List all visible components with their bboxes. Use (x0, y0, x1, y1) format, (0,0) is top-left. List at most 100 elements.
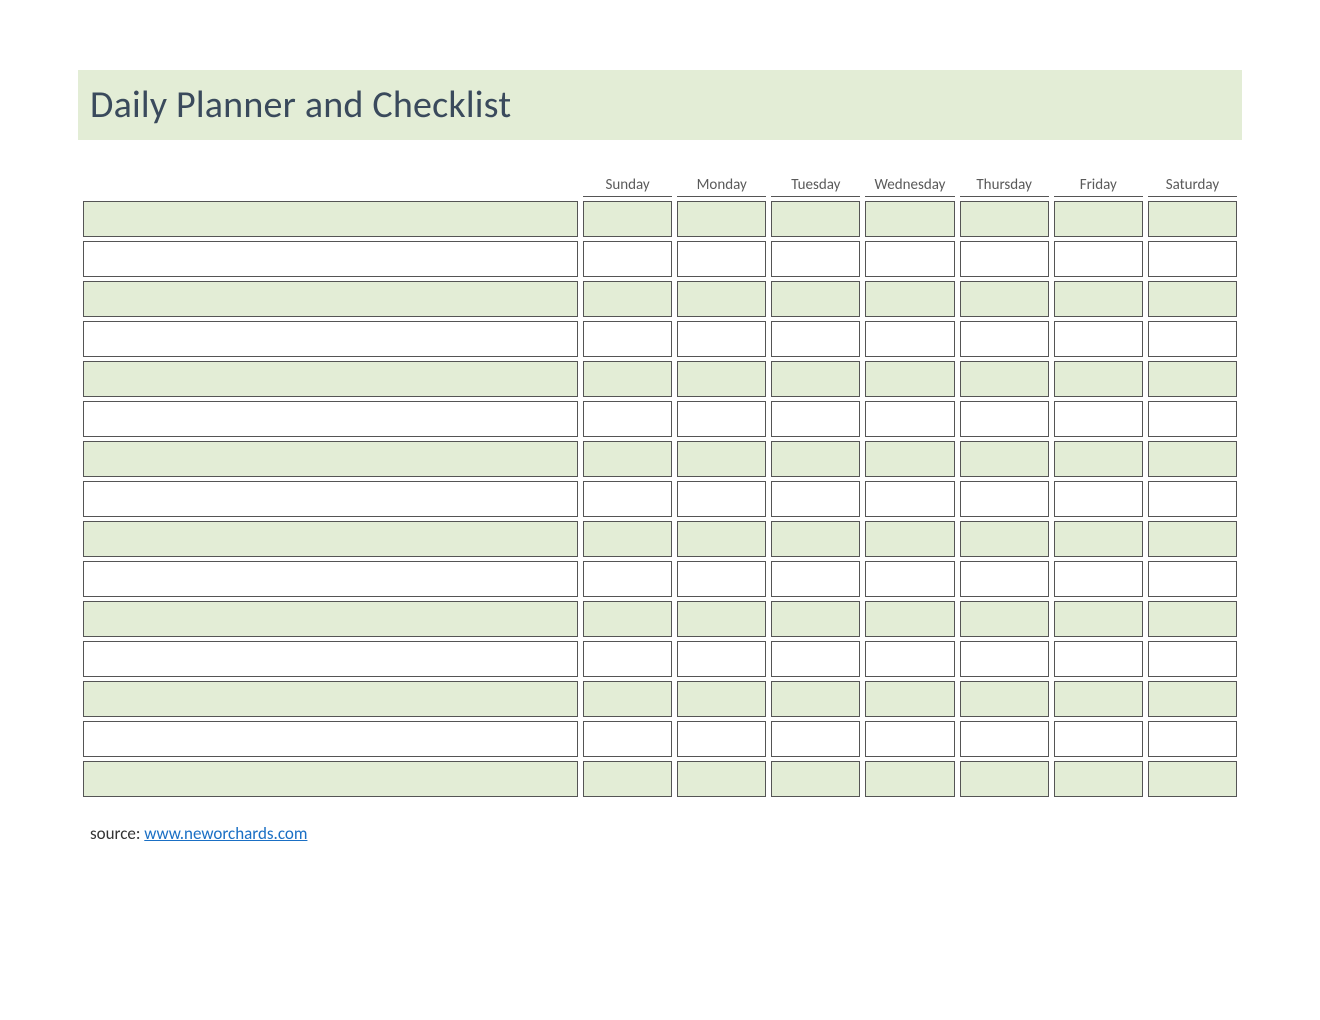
day-cell[interactable] (583, 281, 672, 317)
day-cell[interactable] (865, 281, 954, 317)
day-cell[interactable] (583, 521, 672, 557)
day-cell[interactable] (960, 681, 1049, 717)
day-cell[interactable] (1054, 641, 1143, 677)
day-cell[interactable] (677, 201, 766, 237)
day-cell[interactable] (960, 401, 1049, 437)
day-cell[interactable] (1054, 561, 1143, 597)
day-cell[interactable] (677, 641, 766, 677)
task-cell[interactable] (83, 241, 578, 277)
task-cell[interactable] (83, 761, 578, 797)
day-cell[interactable] (677, 681, 766, 717)
day-cell[interactable] (865, 641, 954, 677)
day-cell[interactable] (583, 241, 672, 277)
day-cell[interactable] (677, 321, 766, 357)
day-cell[interactable] (865, 441, 954, 477)
day-cell[interactable] (583, 561, 672, 597)
day-cell[interactable] (1054, 481, 1143, 517)
task-cell[interactable] (83, 601, 578, 637)
day-cell[interactable] (1054, 321, 1143, 357)
day-cell[interactable] (771, 361, 860, 397)
day-cell[interactable] (865, 721, 954, 757)
task-cell[interactable] (83, 201, 578, 237)
day-cell[interactable] (771, 761, 860, 797)
day-cell[interactable] (677, 481, 766, 517)
day-cell[interactable] (1054, 441, 1143, 477)
day-cell[interactable] (583, 761, 672, 797)
day-cell[interactable] (771, 601, 860, 637)
day-cell[interactable] (771, 561, 860, 597)
day-cell[interactable] (1148, 481, 1237, 517)
day-cell[interactable] (1148, 761, 1237, 797)
task-cell[interactable] (83, 281, 578, 317)
day-cell[interactable] (960, 241, 1049, 277)
day-cell[interactable] (677, 601, 766, 637)
day-cell[interactable] (865, 601, 954, 637)
task-cell[interactable] (83, 401, 578, 437)
day-cell[interactable] (1054, 241, 1143, 277)
day-cell[interactable] (960, 521, 1049, 557)
day-cell[interactable] (771, 281, 860, 317)
day-cell[interactable] (865, 681, 954, 717)
day-cell[interactable] (677, 281, 766, 317)
task-cell[interactable] (83, 361, 578, 397)
day-cell[interactable] (771, 481, 860, 517)
day-cell[interactable] (771, 201, 860, 237)
day-cell[interactable] (583, 441, 672, 477)
day-cell[interactable] (771, 441, 860, 477)
task-cell[interactable] (83, 561, 578, 597)
day-cell[interactable] (677, 561, 766, 597)
day-cell[interactable] (865, 481, 954, 517)
day-cell[interactable] (583, 721, 672, 757)
task-cell[interactable] (83, 521, 578, 557)
day-cell[interactable] (677, 521, 766, 557)
day-cell[interactable] (865, 321, 954, 357)
day-cell[interactable] (1148, 361, 1237, 397)
day-cell[interactable] (865, 241, 954, 277)
day-cell[interactable] (1054, 681, 1143, 717)
task-cell[interactable] (83, 641, 578, 677)
day-cell[interactable] (677, 721, 766, 757)
day-cell[interactable] (960, 201, 1049, 237)
day-cell[interactable] (960, 481, 1049, 517)
day-cell[interactable] (583, 361, 672, 397)
day-cell[interactable] (1148, 321, 1237, 357)
day-cell[interactable] (1148, 641, 1237, 677)
day-cell[interactable] (771, 521, 860, 557)
day-cell[interactable] (1148, 281, 1237, 317)
day-cell[interactable] (771, 321, 860, 357)
day-cell[interactable] (1148, 401, 1237, 437)
day-cell[interactable] (1054, 281, 1143, 317)
day-cell[interactable] (583, 681, 672, 717)
task-cell[interactable] (83, 441, 578, 477)
day-cell[interactable] (1054, 601, 1143, 637)
day-cell[interactable] (960, 561, 1049, 597)
day-cell[interactable] (865, 761, 954, 797)
day-cell[interactable] (960, 641, 1049, 677)
source-link[interactable]: www.neworchards.com (144, 823, 307, 844)
task-cell[interactable] (83, 321, 578, 357)
day-cell[interactable] (771, 641, 860, 677)
day-cell[interactable] (771, 401, 860, 437)
day-cell[interactable] (1054, 361, 1143, 397)
day-cell[interactable] (1054, 761, 1143, 797)
day-cell[interactable] (960, 281, 1049, 317)
day-cell[interactable] (771, 681, 860, 717)
day-cell[interactable] (771, 721, 860, 757)
day-cell[interactable] (677, 441, 766, 477)
day-cell[interactable] (677, 241, 766, 277)
day-cell[interactable] (583, 401, 672, 437)
day-cell[interactable] (1054, 721, 1143, 757)
day-cell[interactable] (865, 201, 954, 237)
day-cell[interactable] (677, 401, 766, 437)
day-cell[interactable] (1148, 241, 1237, 277)
day-cell[interactable] (865, 401, 954, 437)
task-cell[interactable] (83, 681, 578, 717)
day-cell[interactable] (583, 201, 672, 237)
day-cell[interactable] (1148, 721, 1237, 757)
day-cell[interactable] (1148, 561, 1237, 597)
day-cell[interactable] (583, 641, 672, 677)
day-cell[interactable] (583, 321, 672, 357)
day-cell[interactable] (865, 561, 954, 597)
day-cell[interactable] (1054, 521, 1143, 557)
day-cell[interactable] (1148, 521, 1237, 557)
